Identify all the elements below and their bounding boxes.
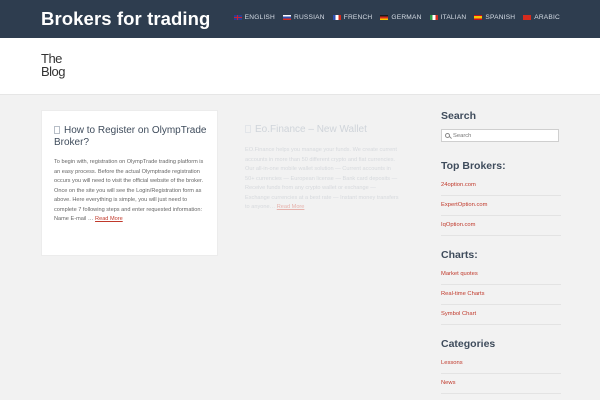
read-more-link[interactable]: Read More <box>277 204 305 210</box>
italy-flag-icon <box>429 14 438 21</box>
list-item[interactable]: Real-time Charts <box>441 285 561 305</box>
post-card-eofinance: Eo.Finance – New Wallet EO.Finance helps… <box>233 110 410 256</box>
document-icon <box>245 125 251 133</box>
list-item[interactable]: 24option.com <box>441 176 561 196</box>
lang-italian[interactable]: Italian <box>429 14 467 21</box>
page-title-band: The Blog <box>0 38 600 95</box>
lang-french[interactable]: French <box>332 14 373 21</box>
post-title[interactable]: How to Register on OlympTrade Broker? <box>54 125 214 148</box>
post-excerpt: EO.Finance helps you manage your funds. … <box>245 147 399 210</box>
spain-flag-icon <box>474 14 483 21</box>
list-item[interactable]: Market quotes <box>441 265 561 285</box>
read-more-link[interactable]: Read More <box>95 216 123 222</box>
language-switcher: English Russian French German Italian Sp… <box>233 14 560 21</box>
france-flag-icon <box>332 14 341 21</box>
arabic-flag-icon <box>523 14 532 21</box>
lang-spanish[interactable]: Spanish <box>474 14 515 21</box>
post-card-olymptrade: How to Register on OlympTrade Broker? To… <box>41 110 218 256</box>
search-icon <box>445 133 450 138</box>
document-icon <box>54 126 60 134</box>
search-input[interactable] <box>453 132 553 139</box>
list-item[interactable]: News <box>441 374 561 394</box>
site-title[interactable]: Brokers for trading <box>41 8 210 30</box>
germany-flag-icon <box>380 14 389 21</box>
lang-russian[interactable]: Russian <box>283 14 325 21</box>
top-brokers-title: Top Brokers: <box>441 160 506 172</box>
post-title[interactable]: Eo.Finance – New Wallet <box>245 124 405 136</box>
lang-english[interactable]: English <box>233 14 275 21</box>
charts-title: Charts: <box>441 249 478 261</box>
top-header-bar: Brokers for trading English Russian Fren… <box>0 0 600 38</box>
page-title: The Blog <box>41 51 66 79</box>
search-box[interactable] <box>441 129 559 142</box>
list-item[interactable]: IqOption.com <box>441 216 561 236</box>
lang-arabic[interactable]: Arabic <box>523 14 560 21</box>
list-item[interactable]: Symbol Chart <box>441 305 561 325</box>
uk-flag-icon <box>233 14 242 21</box>
lang-german[interactable]: German <box>380 14 421 21</box>
charts-list: Market quotes Real-time Charts Symbol Ch… <box>441 265 561 325</box>
list-item[interactable]: Lessons <box>441 354 561 374</box>
categories-list: Lessons News <box>441 354 561 394</box>
russia-flag-icon <box>283 14 291 21</box>
top-brokers-list: 24option.com ExpertOption.com IqOption.c… <box>441 176 561 236</box>
search-widget-title: Search <box>441 110 477 122</box>
list-item[interactable]: ExpertOption.com <box>441 196 561 216</box>
categories-title: Categories <box>441 338 496 350</box>
post-excerpt: To begin with, registration on OlympTrad… <box>54 159 204 222</box>
sidebar: Search Top Brokers: 24option.com ExpertO… <box>441 110 561 394</box>
